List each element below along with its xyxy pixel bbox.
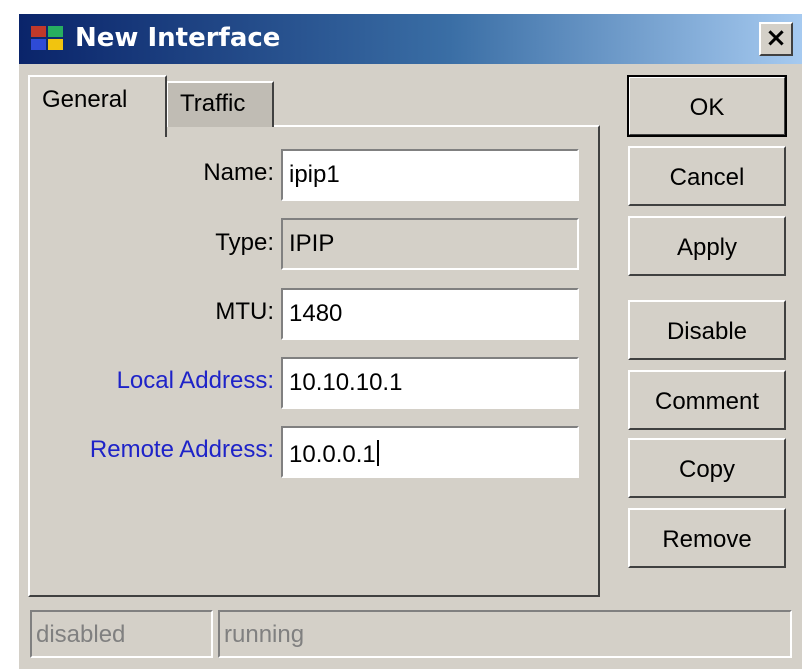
tab-general[interactable]: General bbox=[28, 75, 167, 137]
title-bar[interactable]: New Interface × bbox=[19, 14, 802, 64]
apply-button[interactable]: Apply bbox=[628, 216, 786, 276]
new-interface-dialog: New Interface × General Traffic Name: ip… bbox=[0, 0, 802, 669]
remove-button[interactable]: Remove bbox=[628, 508, 786, 568]
status-disabled: disabled bbox=[30, 610, 213, 658]
comment-button[interactable]: Comment bbox=[628, 370, 786, 430]
ok-button[interactable]: OK bbox=[627, 75, 787, 137]
dialog-body: General Traffic Name: ipip1 Type: IPIP M… bbox=[19, 64, 802, 669]
close-icon[interactable]: × bbox=[759, 22, 793, 56]
tab-traffic[interactable]: Traffic bbox=[166, 81, 274, 127]
general-tab-panel bbox=[28, 125, 600, 597]
cancel-button[interactable]: Cancel bbox=[628, 146, 786, 206]
window-title: New Interface bbox=[75, 23, 281, 53]
winbox-app-icon bbox=[31, 26, 65, 52]
disable-button[interactable]: Disable bbox=[628, 300, 786, 360]
status-running: running bbox=[218, 610, 792, 658]
copy-button[interactable]: Copy bbox=[628, 438, 786, 498]
